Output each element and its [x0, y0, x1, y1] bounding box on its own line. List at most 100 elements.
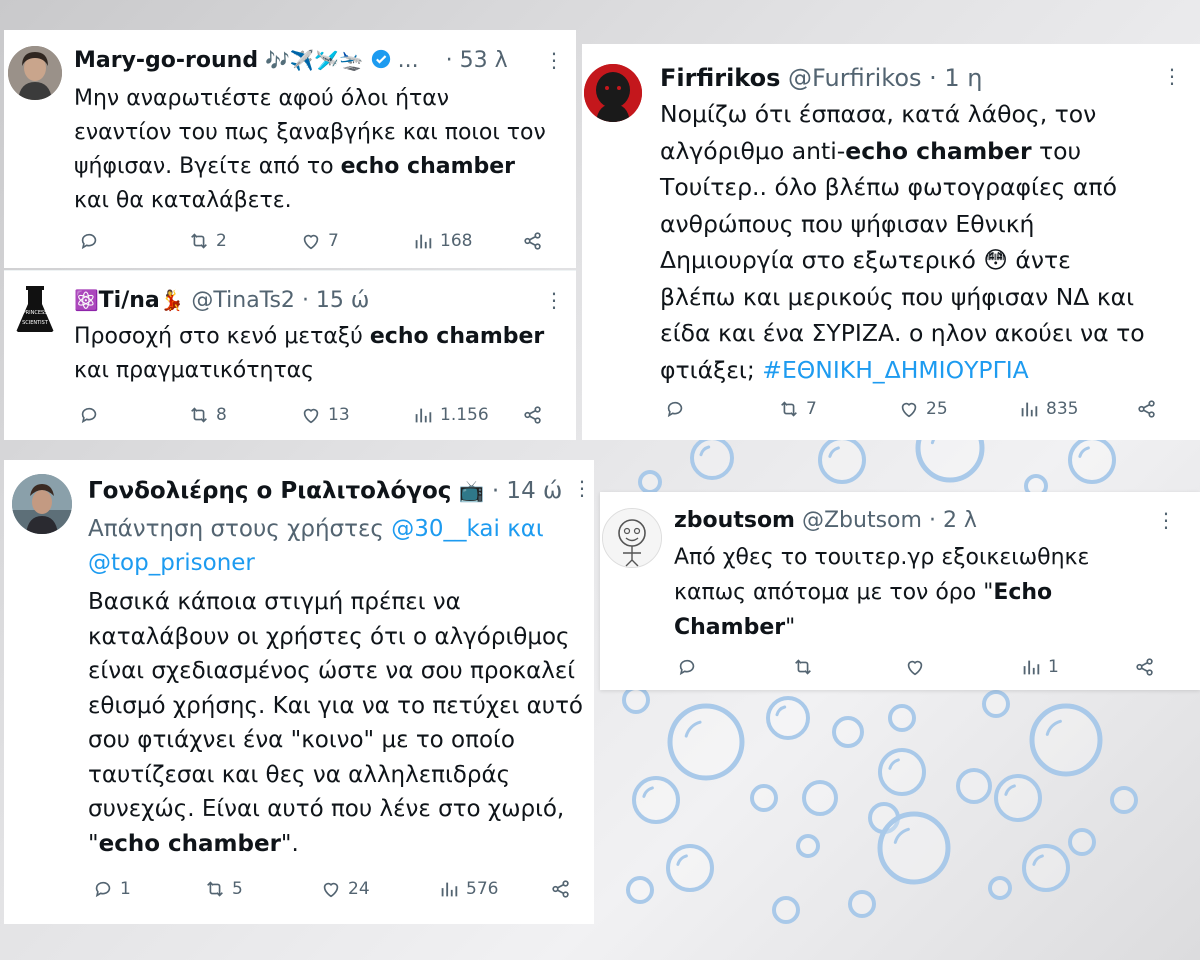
display-name[interactable]: Mary-go-round	[74, 48, 258, 73]
bubble-outline	[878, 748, 926, 796]
bubble-outline	[632, 776, 680, 824]
text-line: αλγόριθμο anti-echo chamber του	[660, 133, 1145, 170]
more-icon[interactable]: ⋮	[1162, 66, 1182, 86]
views-button[interactable]: 576	[438, 878, 498, 900]
mention-link[interactable]: @30__kai	[391, 516, 500, 542]
more-icon[interactable]: ⋮	[572, 478, 592, 498]
like-button[interactable]: 13	[300, 404, 350, 426]
retweet-icon	[781, 401, 797, 417]
bubble-outline	[1022, 844, 1070, 892]
reply-count: 1	[120, 879, 131, 899]
reply-button[interactable]: 1	[92, 878, 131, 900]
bubble-highlight	[1032, 854, 1044, 866]
text-line: εθισμό χρήσης. Και για να το πετύχει αυτ…	[88, 692, 584, 719]
like-button[interactable]: 24	[320, 878, 370, 900]
retweet-icon	[207, 881, 223, 897]
share-button[interactable]	[522, 230, 544, 252]
more-icon[interactable]: ⋮	[544, 50, 564, 70]
share-button[interactable]	[1134, 656, 1156, 678]
avatar[interactable]	[602, 508, 662, 568]
tweet-card-firfirikos[interactable]: Firfirikos @Furfirikos · 1 η ⋮ Νομίζω ότ…	[582, 44, 1200, 440]
reply-button[interactable]	[664, 398, 686, 420]
retweet-button[interactable]: 8	[188, 404, 227, 426]
display-name[interactable]: Firfirikos	[660, 64, 780, 92]
avatar[interactable]: PRINCESS SCIENTIST	[8, 284, 62, 338]
handle[interactable]: @Zbutsom	[802, 508, 922, 533]
like-button[interactable]: 7	[300, 230, 339, 252]
bubble-highlight	[1078, 446, 1090, 458]
name-prefix-emoji: ⚛️	[74, 289, 99, 312]
views-button[interactable]: 835	[1018, 398, 1078, 420]
text-span: Προσοχή στο κενό μεταξύ	[74, 324, 370, 349]
keyword-chamber: Chamber	[674, 615, 786, 640]
bubble-outline	[667, 703, 745, 781]
like-icon	[303, 408, 319, 424]
retweet-icon	[191, 407, 207, 423]
share-button[interactable]	[550, 878, 572, 900]
avatar[interactable]	[12, 474, 72, 534]
text-line: εναντίον του πως ξαναβγήκε και ποιοι τον	[74, 120, 546, 145]
keyword-echo-chamber: echo chamber	[98, 830, 281, 857]
mention-link[interactable]: @top_prisoner	[88, 546, 544, 580]
tweet-text: Προσοχή στο κενό μεταξύ echo chamber και…	[74, 320, 544, 388]
share-button[interactable]	[522, 404, 544, 426]
more-icon[interactable]: ⋮	[1156, 510, 1176, 530]
like-icon	[901, 402, 917, 418]
display-name[interactable]: zboutsom	[674, 508, 795, 533]
hashtag-link[interactable]: #ΕΘΝΙΚΗ_ΔΗΜΙΟΥΡΓΙΑ	[762, 356, 1028, 384]
views-icon	[415, 408, 432, 423]
text-span: αλγόριθμο anti-	[660, 136, 846, 165]
retweet-icon	[795, 659, 811, 675]
bubble-outline	[877, 811, 951, 885]
views-button[interactable]: 168	[412, 230, 472, 252]
retweet-button[interactable]: 2	[188, 230, 227, 252]
display-name[interactable]: Ti/na	[99, 288, 160, 313]
bubble-outline	[802, 780, 838, 816]
tweet-header: Firfirikos @Furfirikos · 1 η	[660, 64, 983, 92]
bubble-outline	[818, 436, 866, 484]
text-line: είδα και ένα ΣΥΡΙΖΑ. ο ηλον ακούει να το	[660, 319, 1145, 347]
more-icon[interactable]: ⋮	[544, 290, 564, 310]
tweet-card-zboutsom[interactable]: zboutsom @Zbutsom · 2 λ ⋮ Από χθες το το…	[600, 492, 1200, 690]
timestamp[interactable]: · 14 ώ	[492, 478, 562, 504]
views-count: 1.156	[440, 405, 489, 425]
timestamp[interactable]: · 2 λ	[929, 508, 977, 533]
handle[interactable]: @Furfirikos	[788, 64, 921, 92]
like-count: 13	[328, 405, 350, 425]
bubble-outline	[994, 774, 1042, 822]
like-count: 7	[328, 231, 339, 251]
share-icon	[1136, 658, 1153, 676]
reply-button[interactable]	[78, 230, 100, 252]
tweet-text: Μην αναρωτιέστε αφού όλοι ήταν εναντίον …	[74, 82, 546, 218]
text-line: καπως απότομα με τον όρο "Echo	[674, 575, 1089, 610]
handle[interactable]: @TinaTs2	[191, 288, 295, 313]
bubble-highlight	[1004, 784, 1016, 796]
svg-text:SCIENTIST: SCIENTIST	[22, 320, 49, 326]
tweet-card-mary[interactable]: Mary-go-round 🎶✈️🛩️🛬 ... · 53 λ ⋮ Μην αν…	[4, 30, 576, 268]
text-line: "echo chamber".	[88, 827, 583, 862]
share-button[interactable]	[1136, 398, 1158, 420]
display-name[interactable]: Γονδολιέρης ο Ριαλιτολόγος	[88, 478, 451, 504]
reply-button[interactable]	[676, 656, 698, 678]
timestamp[interactable]: · 1 η	[929, 64, 982, 92]
share-icon	[524, 406, 541, 424]
retweet-button[interactable]	[792, 656, 814, 678]
timestamp[interactable]: · 15 ώ	[302, 288, 369, 313]
tweet-card-gondolieris[interactable]: Γονδολιέρης ο Ριαλιτολόγος 📺 · 14 ώ ⋮ Απ…	[4, 460, 594, 924]
retweet-button[interactable]: 5	[204, 878, 243, 900]
views-button[interactable]: 1.156	[412, 404, 489, 426]
like-button[interactable]	[904, 656, 926, 678]
tweet-text: Βασικά κάποια στιγμή πρέπει να καταλάβου…	[88, 585, 583, 861]
bubble-outline	[666, 844, 714, 892]
retweet-button[interactable]: 7	[778, 398, 817, 420]
views-button[interactable]: 1	[1020, 656, 1059, 678]
tweet-text: Νομίζω ότι έσπασα, κατά λάθος, τον αλγόρ…	[660, 96, 1145, 388]
avatar[interactable]	[584, 64, 642, 122]
reply-button[interactable]	[78, 404, 100, 426]
timestamp[interactable]: · 53 λ	[446, 48, 508, 73]
text-span: άντε	[1007, 246, 1071, 274]
tweet-card-tina[interactable]: PRINCESS SCIENTIST ⚛️Ti/na💃 @TinaTs2 · 15…	[4, 270, 576, 440]
avatar[interactable]	[8, 46, 62, 100]
text-span: "	[785, 615, 796, 640]
like-button[interactable]: 25	[898, 398, 948, 420]
